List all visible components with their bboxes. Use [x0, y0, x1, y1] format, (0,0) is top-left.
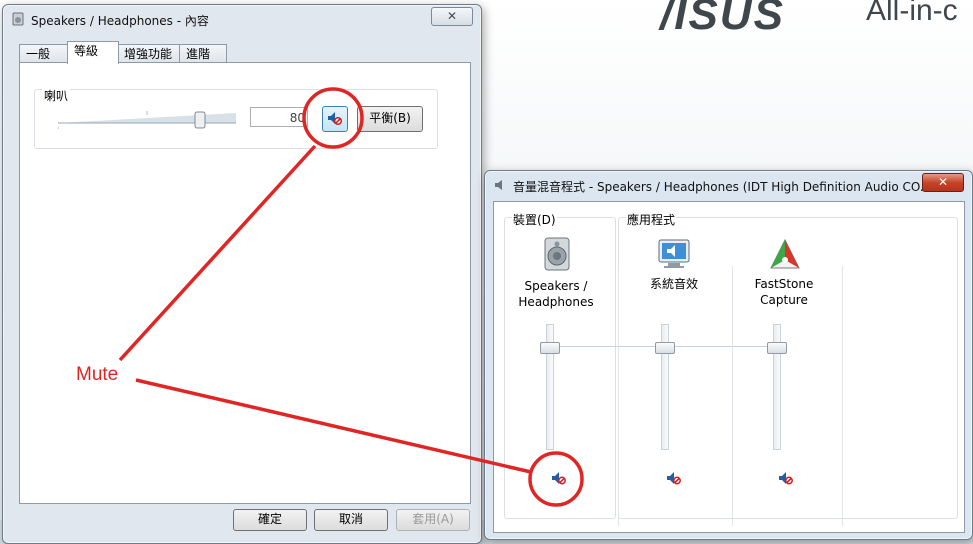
volume-slider-thumb[interactable]: [194, 111, 206, 129]
mixer-body: 裝置(D) 應用程式 Speakers / Headphones 系統音效 Fa…: [493, 201, 965, 533]
channel-separator: [732, 266, 733, 526]
mixer-speaker-icon: [495, 180, 502, 190]
dialog-title: Speakers / Headphones - 內容: [31, 14, 209, 28]
speaker-title-icon: [12, 12, 24, 26]
mixer-titlebar[interactable]: 音量混音程式 - Speakers / Headphones (IDT High…: [485, 171, 972, 199]
tab-levels[interactable]: 等級: [67, 41, 119, 64]
ok-button[interactable]: 確定: [233, 509, 307, 531]
volume-level-field[interactable]: 80: [250, 107, 308, 127]
channel-name-faststone: FastStone Capture: [734, 276, 834, 308]
channel-name-system-sounds: 系統音效: [624, 276, 724, 292]
channel-system-sounds-line1: 系統音效: [649, 277, 698, 291]
mixer-close-button[interactable]: ✕: [922, 173, 964, 192]
dialog-close-button[interactable]: ✕: [431, 7, 473, 26]
system-sounds-mute-button[interactable]: [666, 470, 682, 486]
cancel-button[interactable]: 取消: [314, 509, 388, 531]
channel-separator: [618, 266, 619, 526]
dialog-titlebar[interactable]: Speakers / Headphones - 內容 ✕: [3, 5, 481, 33]
speaker-properties-dialog: Speakers / Headphones - 內容 ✕ 一般 等級 增強功能 …: [2, 4, 482, 544]
speakers-volume-thumb[interactable]: [540, 342, 560, 354]
apps-section-label: 應用程式: [626, 211, 677, 228]
device-section-label: 裝置(D): [512, 211, 557, 228]
channel-name-speakers: Speakers / Headphones: [506, 278, 606, 310]
speaker-muted-icon: [328, 112, 343, 126]
channel-speakers-line1: Speakers /: [524, 279, 588, 293]
system-sounds-volume-thumb[interactable]: [655, 342, 675, 354]
channel-speakers-line2: Headphones: [518, 295, 594, 309]
mute-button[interactable]: [322, 106, 348, 132]
faststone-mute-button[interactable]: [778, 470, 794, 486]
brand-logo: /ISUS: [660, 0, 785, 39]
tab-enhancements[interactable]: 增強功能: [117, 44, 183, 63]
mute-annotation-label: Mute: [76, 364, 119, 385]
channel-faststone-line1: FastStone: [754, 277, 814, 291]
speaker-group-label: 喇叭: [42, 87, 71, 104]
volume-mixer-window: 音量混音程式 - Speakers / Headphones (IDT High…: [484, 170, 973, 540]
speaker-device-icon: [544, 237, 570, 271]
tab-general[interactable]: 一般: [19, 44, 69, 63]
faststone-volume-thumb[interactable]: [767, 342, 787, 354]
channel-separator: [842, 266, 843, 526]
tab-advanced[interactable]: 進階: [179, 44, 227, 63]
faststone-capture-icon: [770, 238, 800, 269]
mixer-title: 音量混音程式 - Speakers / Headphones (IDT High…: [513, 180, 932, 194]
brand-subtitle: All-in-c: [866, 0, 958, 27]
balance-button[interactable]: 平衡(B): [357, 106, 423, 132]
channel-faststone-line2: Capture: [760, 293, 808, 307]
levels-panel: 喇叭 80 平衡(B): [19, 62, 471, 504]
apply-button[interactable]: 套用(A): [396, 509, 470, 531]
speakers-mute-button[interactable]: [551, 470, 567, 486]
volume-slider[interactable]: [58, 109, 238, 129]
system-sounds-icon: [658, 239, 690, 268]
